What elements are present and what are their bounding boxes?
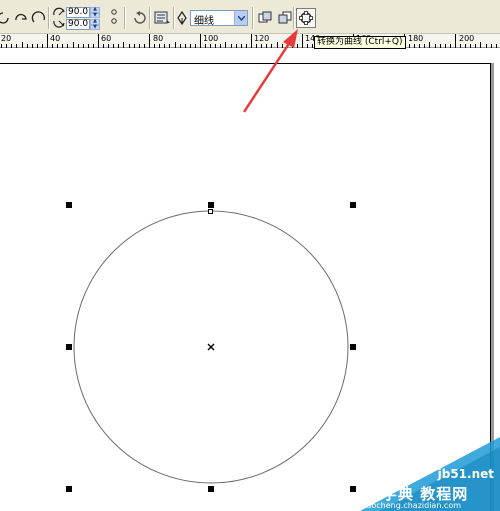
ruler-label: 120 [254, 34, 270, 43]
wrap-text-button[interactable] [131, 9, 149, 27]
end-angle-input[interactable]: 90.0 [66, 19, 90, 30]
selection-handle[interactable] [208, 486, 214, 492]
line-width-select[interactable]: 细线 [190, 10, 248, 27]
tooltip: 转换为曲线 (Ctrl+Q) [314, 36, 406, 49]
selection-handle[interactable] [350, 202, 356, 208]
arc-shape-button[interactable] [12, 9, 30, 27]
start-angle-input[interactable]: 90.0 [66, 7, 90, 18]
property-bar: 90.0 ▲ ▼ 90.0 ▲ ▼ 细线 [0, 0, 500, 34]
outline-pen-button[interactable] [175, 9, 189, 27]
pie-icon [0, 12, 9, 24]
ruler-label: 20 [1, 34, 12, 43]
separator [293, 7, 295, 29]
arc-icon [15, 13, 27, 21]
watermark: jb51.net 查字典 教程网 jiaocheng.chazidian.com [360, 437, 500, 511]
outline-pen-icon [177, 10, 187, 26]
arc-open-icon [31, 11, 46, 23]
ruler-label: 80 [153, 34, 164, 43]
end-angle-icon-wrap [52, 18, 66, 30]
to-front-button[interactable] [276, 9, 294, 27]
separator [149, 7, 151, 29]
line-width-value: 细线 [194, 16, 214, 27]
text-frame-icon [154, 11, 170, 24]
selection-handle[interactable] [350, 344, 356, 350]
convert-to-curves-button[interactable] [296, 8, 316, 28]
direction-icon [111, 9, 117, 24]
start-angle-stepper[interactable]: ▲ ▼ [90, 7, 100, 18]
corel-window: 90.0 ▲ ▼ 90.0 ▲ ▼ 细线 20 40 60 80 100 120… [0, 0, 500, 511]
selection-handle[interactable] [66, 344, 72, 350]
to-back-button[interactable] [256, 9, 274, 27]
direction-toggle[interactable] [108, 6, 120, 28]
to-front-icon [278, 11, 292, 24]
start-angle-icon-wrap [52, 5, 66, 17]
watermark-url: jiaocheng.chazidian.com [362, 501, 462, 510]
ruler-ticks [1, 34, 497, 48]
selection-handle[interactable] [66, 202, 72, 208]
separator [124, 7, 126, 29]
ruler-label: 180 [408, 34, 424, 43]
ruler-label: 60 [101, 34, 112, 43]
open-arc-button[interactable] [30, 9, 48, 27]
node-handle[interactable] [208, 209, 213, 214]
convert-to-curves-icon [299, 11, 313, 25]
text-frame-button[interactable] [153, 9, 171, 27]
wrap-text-icon [134, 11, 146, 24]
separator [252, 7, 254, 29]
ruler-label: 200 [459, 34, 475, 43]
pie-shape-button[interactable] [0, 9, 12, 27]
separator [48, 7, 50, 29]
horizontal-ruler[interactable]: 20 40 60 80 100 120 140 160 180 200 [0, 34, 500, 48]
chevron-down-icon[interactable] [234, 11, 247, 25]
selection-handle[interactable] [208, 202, 214, 208]
ruler-label: 40 [50, 34, 61, 43]
watermark-site: jb51.net [437, 467, 494, 481]
to-back-icon [258, 11, 272, 23]
end-angle-icon [53, 20, 65, 28]
ruler-label: 100 [203, 34, 219, 43]
selection-handle[interactable] [66, 486, 72, 492]
center-marker[interactable] [207, 343, 215, 351]
start-angle-icon [53, 7, 65, 16]
end-angle-stepper[interactable]: ▲ ▼ [90, 19, 100, 30]
selection-handle[interactable] [350, 486, 356, 492]
